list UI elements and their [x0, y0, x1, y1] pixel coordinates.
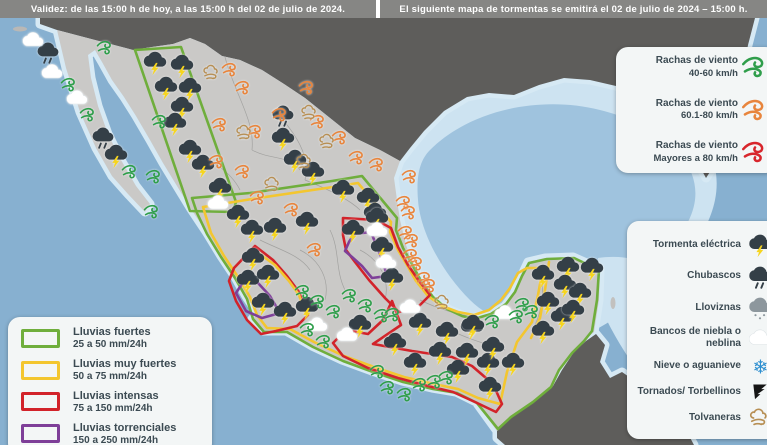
- symbol-legend-row: Chubascos: [637, 263, 767, 290]
- rain-range: 75 a 150 mm/24h: [73, 402, 153, 414]
- storm-forecast-map-app: Validez: de las 15:00 h de hoy, a las 15…: [0, 0, 767, 445]
- wind-legend-label: Rachas de viento: [655, 97, 738, 109]
- rain-legend-row: Lluvias fuertes 25 a 50 mm/24h: [21, 326, 199, 350]
- next-issue-text: El siguiente mapa de tormentas se emitir…: [399, 3, 748, 15]
- symbol-legend-row: Nieve o aguanieve: [637, 355, 767, 378]
- wind-legend-row: Rachas de viento 60.1-80 km/h: [625, 97, 767, 124]
- wind-legend-range: Mayores a 80 km/h: [653, 152, 739, 164]
- rain-swatch-muy-fuertes: [21, 360, 60, 380]
- symbol-label: Tormenta eléctrica: [652, 238, 741, 250]
- header-bar: Validez: de las 15:00 h de hoy, a las 15…: [0, 0, 767, 18]
- rain-swatch-intensas: [21, 392, 60, 412]
- wind-legend-range: 40-60 km/h: [688, 67, 738, 79]
- rain-label: Lluvias intensas: [73, 389, 159, 402]
- symbol-legend-row: Tolvaneras: [637, 407, 767, 429]
- validity-text: Validez: de las 15:00 h de hoy, a las 15…: [30, 3, 346, 15]
- fog-icon: [749, 328, 767, 348]
- rain-label: Lluvias torrenciales: [73, 421, 177, 434]
- wind-gust-icon: [741, 54, 767, 81]
- wind-gust-icon: [741, 97, 767, 124]
- symbol-label: Lloviznas: [695, 301, 741, 313]
- symbol-legend-row: Tormenta eléctrica: [637, 231, 767, 258]
- cozumel-island: [610, 297, 616, 309]
- symbol-legend-row: Bancos de niebla o neblina: [637, 326, 767, 350]
- wind-legend-label: Rachas de viento: [655, 55, 738, 67]
- snow-icon: [749, 355, 767, 378]
- rain-range: 150 a 250 mm/24h: [73, 434, 159, 445]
- rain-legend-row: Lluvias torrenciales 150 a 250 mm/24h: [21, 422, 199, 445]
- drizzle-icon: [749, 294, 767, 321]
- island: [13, 26, 27, 32]
- rain-label: Lluvias fuertes: [73, 326, 151, 338]
- wind-gust-legend: Rachas de viento 40-60 km/h Rachas de vi…: [616, 47, 767, 173]
- symbol-legend-row: Tornados/ Torbellinos: [637, 382, 767, 402]
- wind-legend-row: Rachas de viento 40-60 km/h: [625, 54, 767, 81]
- symbol-label: Nieve o aguanieve: [653, 360, 741, 372]
- rain-swatch-torrenciales: [21, 424, 60, 444]
- rainfall-legend: Lluvias fuertes 25 a 50 mm/24h Lluvias m…: [8, 317, 212, 445]
- dust-devil-icon: [749, 407, 767, 429]
- symbol-label: Tornados/ Torbellinos: [637, 386, 741, 398]
- symbol-legend-row: Lloviznas: [637, 294, 767, 321]
- wind-legend-range: 60.1-80 km/h: [680, 110, 738, 122]
- symbol-label: Chubascos: [687, 270, 741, 282]
- showers-icon: [749, 263, 767, 290]
- rain-range: 50 a 75 mm/24h: [73, 370, 147, 382]
- weather-symbols-legend: Tormenta eléctrica Chubascos Lloviznas B…: [627, 221, 767, 439]
- symbol-label: Bancos de niebla o neblina: [649, 325, 741, 349]
- rain-range: 25 a 50 mm/24h: [73, 338, 147, 350]
- tornado-icon: [750, 382, 767, 402]
- wind-legend-label: Rachas de viento: [655, 140, 738, 152]
- wind-legend-row: Rachas de viento Mayores a 80 km/h: [625, 139, 767, 166]
- wind-gust-icon: [741, 139, 767, 166]
- thunderstorm-icon: [749, 231, 767, 258]
- rain-label: Lluvias muy fuertes: [73, 357, 177, 370]
- rain-legend-row: Lluvias intensas 75 a 150 mm/24h: [21, 390, 199, 414]
- rain-legend-row: Lluvias muy fuertes 50 a 75 mm/24h: [21, 358, 199, 382]
- symbol-label: Tolvaneras: [688, 411, 741, 423]
- rain-swatch-fuertes: [21, 328, 60, 348]
